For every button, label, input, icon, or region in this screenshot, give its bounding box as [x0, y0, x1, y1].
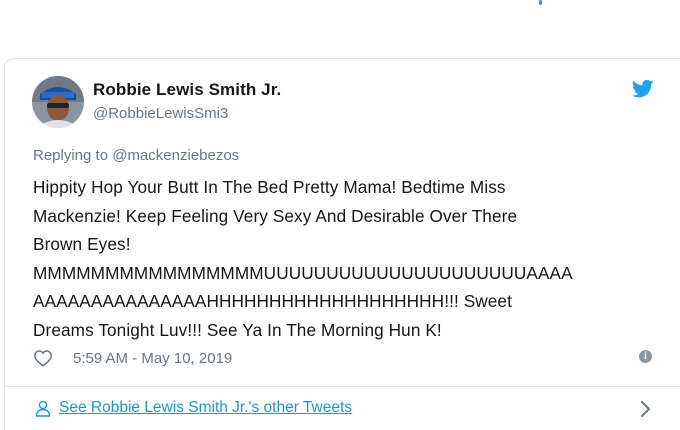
twitter-bird-icon[interactable] — [632, 79, 654, 99]
tweet-timestamp[interactable]: 5:59 AM - May 10, 2019 — [73, 350, 232, 367]
tweet-meta: 5:59 AM - May 10, 2019 — [33, 347, 232, 369]
avatar[interactable] — [32, 76, 84, 128]
previous-content-edge — [0, 0, 680, 14]
embedded-tweet-card: Robbie Lewis Smith Jr. @RobbieLewisSmi3 … — [4, 58, 680, 430]
previous-content-fragment — [539, 0, 542, 5]
avatar-image — [32, 76, 84, 128]
author-name[interactable]: Robbie Lewis Smith Jr. — [93, 80, 281, 100]
chevron-right-icon[interactable] — [640, 400, 652, 418]
person-icon — [35, 400, 51, 417]
reply-context[interactable]: Replying to @mackenziebezos — [33, 147, 239, 164]
other-tweets-link-label[interactable]: See Robbie Lewis Smith Jr.'s other Tweet… — [59, 399, 352, 417]
tweet-text: Hippity Hop Your Butt In The Bed Pretty … — [33, 177, 573, 340]
heart-icon[interactable] — [33, 349, 53, 367]
author-handle[interactable]: @RobbieLewisSmi3 — [93, 105, 228, 122]
info-icon[interactable]: i — [639, 350, 652, 363]
other-tweets-link[interactable]: See Robbie Lewis Smith Jr.'s other Tweet… — [35, 399, 352, 417]
divider — [5, 386, 680, 387]
